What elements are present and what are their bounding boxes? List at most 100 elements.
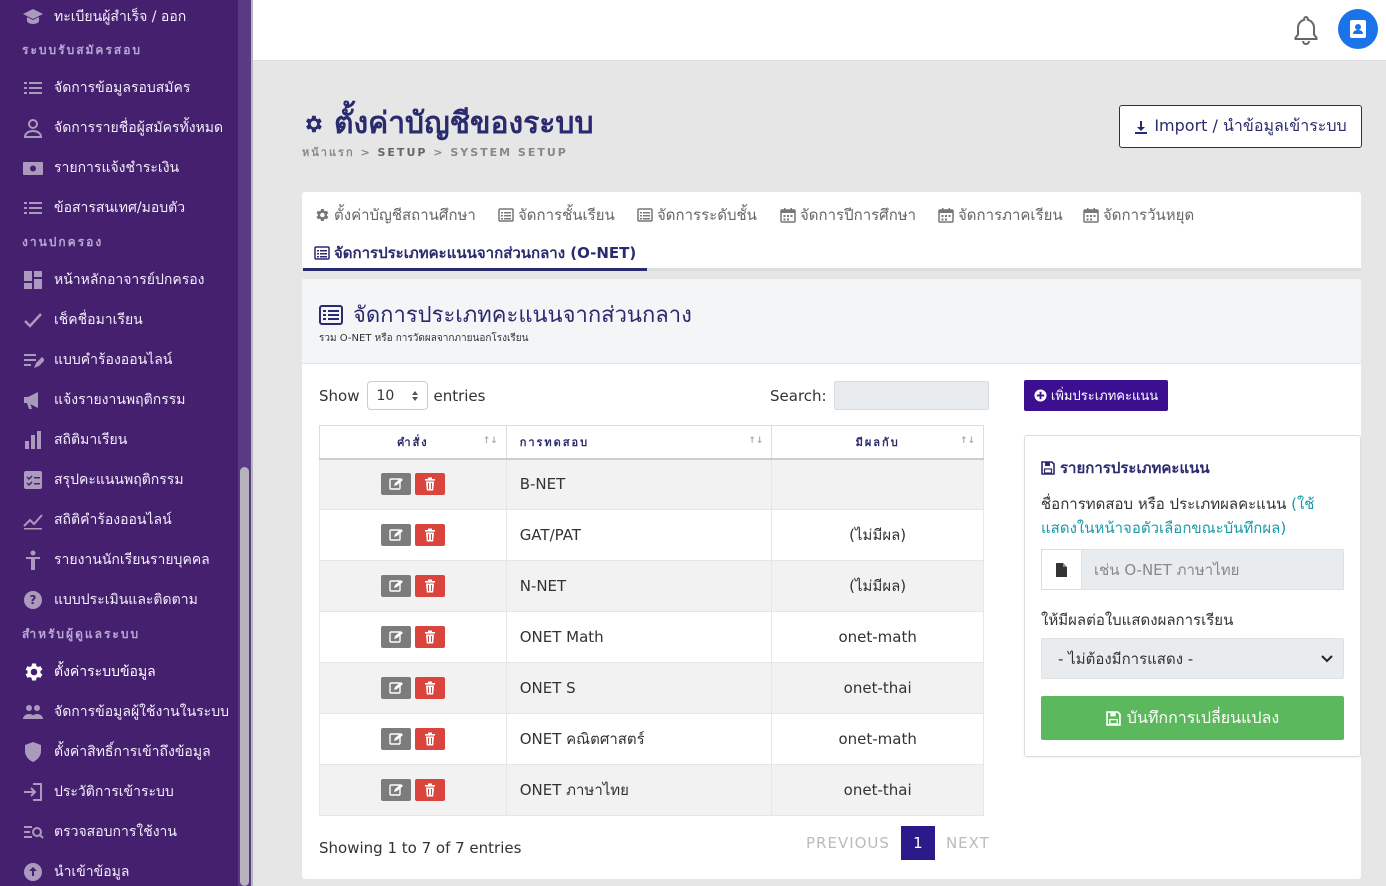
delete-button[interactable]: [414, 575, 445, 597]
sidebar-item-label: สถิติมาเรียน: [54, 432, 128, 448]
tab-item[interactable]: จัดการระดับชั้น: [637, 203, 757, 227]
test-name-cell: N-NET: [505, 560, 773, 612]
delete-button[interactable]: [414, 677, 445, 699]
add-score-type-button[interactable]: เพิ่มประเภทคะแนน: [1024, 380, 1168, 411]
checklist-icon: [22, 469, 44, 491]
form-title: รายการประเภทคะแนน: [1041, 456, 1210, 480]
table-row: ONET Math onet-math: [319, 611, 984, 663]
search-input[interactable]: [833, 381, 989, 410]
save-icon: [1041, 461, 1055, 475]
test-name-cell: ONET คณิตศาสตร์: [505, 713, 773, 765]
sidebar-item[interactable]: รายงานนักเรียนรายบุคคล: [22, 545, 210, 575]
sidebar-item[interactable]: เช็คชื่อมาเรียน: [22, 305, 143, 335]
sidebar-item[interactable]: ตรวจสอบการใช้งาน: [22, 817, 177, 847]
delete-button[interactable]: [414, 626, 445, 648]
test-name-input[interactable]: เช่น O-NET ภาษาไทย: [1081, 549, 1344, 590]
file-icon: [1041, 549, 1081, 590]
column-header-result[interactable]: มีผลกับ ↑↓: [771, 425, 984, 460]
entries-value: 10: [376, 387, 395, 404]
svg-text:?: ?: [30, 593, 37, 607]
tab-item[interactable]: จัดการประเภทคะแนนจากส่วนกลาง (O-NET): [314, 241, 636, 265]
import-button[interactable]: Import / นำข้อมูลเข้าระบบ: [1119, 105, 1362, 148]
result-cell: onet-math: [771, 713, 984, 765]
page-1-button[interactable]: 1: [900, 826, 935, 860]
sidebar-item[interactable]: สถิติมาเรียน: [22, 425, 127, 455]
card-subtitle: รวม O-NET หรือ การวัดผลจากภายนอกโรงเรียน: [319, 333, 529, 344]
sidebar-item[interactable]: แบบคำร้องออนไลน์: [22, 345, 172, 375]
sidebar-item[interactable]: รายการแจ้งชำระเงิน: [22, 153, 179, 183]
sidebar-item[interactable]: แจ้งรายงานพฤติกรรม: [22, 385, 185, 415]
sidebar-item-label: นำเข้าข้อมูล: [54, 864, 130, 880]
sidebar-item[interactable]: หน้าหลักอาจารย์ปกครอง: [22, 265, 205, 295]
tab-label: จัดการวันหยุด: [1103, 206, 1195, 224]
result-cell: (ไม่มีผล): [771, 509, 984, 561]
sidebar-item[interactable]: จัดการรายชื่อผู้สมัครทั้งหมด: [22, 113, 223, 143]
plus-circle-icon: [1034, 389, 1047, 402]
edit-button[interactable]: [380, 473, 411, 496]
login-icon: [22, 781, 44, 803]
sidebar-item[interactable]: สรุปคะแนนพฤติกรรม: [22, 465, 184, 495]
bell-icon[interactable]: [1293, 15, 1319, 45]
user-avatar[interactable]: [1338, 9, 1378, 49]
sidebar-item-label: ข้อสารสนเทศ/มอบตัว: [54, 200, 186, 216]
entries-select[interactable]: 10: [367, 381, 429, 410]
column-header-command[interactable]: คำสั่ง ↑↓: [319, 425, 507, 460]
edit-button[interactable]: [380, 575, 411, 597]
tab-item[interactable]: ตั้งค่าบัญชีสถานศึกษา: [314, 203, 476, 227]
delete-button[interactable]: [414, 728, 445, 750]
sidebar-scroll-thumb[interactable]: [240, 467, 249, 886]
breadcrumb-setup[interactable]: SETUP: [378, 146, 428, 159]
sidebar-item[interactable]: จัดการข้อมูลผู้ใช้งานในระบบ: [22, 697, 229, 727]
tab-item[interactable]: จัดการภาคเรียน: [938, 203, 1063, 227]
report-effect-select[interactable]: - ไม่ต้องมีการแสดง -: [1041, 638, 1344, 679]
edit-button[interactable]: [380, 677, 411, 699]
card-header: จัดการประเภทคะแนนจากส่วนกลาง รวม O-NET ห…: [302, 279, 1361, 364]
test-name-cell: GAT/PAT: [505, 509, 773, 561]
sidebar-item-label: ตรวจสอบการใช้งาน: [54, 824, 177, 840]
line-chart-icon: [22, 509, 44, 531]
delete-button[interactable]: [414, 524, 445, 546]
next-page-button[interactable]: NEXT: [946, 834, 990, 852]
list-alt-icon: [637, 208, 653, 222]
sidebar-item[interactable]: นำเข้าข้อมูล: [22, 857, 129, 886]
list-alt-icon: [314, 246, 330, 260]
sort-icon: ↑↓: [748, 436, 764, 446]
table-row: N-NET (ไม่มีผล): [319, 560, 984, 612]
edit-button[interactable]: [380, 779, 411, 801]
sidebar-item[interactable]: ประวัติการเข้าระบบ: [22, 777, 174, 807]
sidebar-item[interactable]: ตั้งค่าสิทธิ์การเข้าถึงข้อมูล: [22, 737, 211, 767]
sidebar-item[interactable]: สถิติคำร้องออนไลน์: [22, 505, 172, 535]
form-title-text: รายการประเภทคะแนน: [1060, 459, 1210, 477]
tab-item[interactable]: จัดการวันหยุด: [1083, 203, 1194, 227]
sidebar-item-label: แจ้งรายงานพฤติกรรม: [54, 392, 186, 408]
delete-button[interactable]: [414, 779, 445, 801]
tab-item[interactable]: จัดการชั้นเรียน: [498, 203, 615, 227]
edit-button[interactable]: [380, 524, 411, 546]
tab-label: จัดการชั้นเรียน: [518, 206, 615, 224]
previous-page-button[interactable]: PREVIOUS: [806, 834, 890, 852]
tab-label: ตั้งค่าบัญชีสถานศึกษา: [334, 206, 476, 224]
onet-types-table: คำสั่ง ↑↓ การทดสอบ ↑↓ มีผลกับ ↑↓ B-NET GAT/P…: [319, 425, 984, 816]
save-changes-button[interactable]: บันทึกการเปลี่ยนแปลง: [1041, 696, 1344, 740]
test-name-label-text: ชื่อการทดสอบ หรือ ประเภทผลคะแนน: [1041, 495, 1287, 513]
sidebar-item[interactable]: ทะเบียนผู้สำเร็จ / ออก: [22, 2, 186, 32]
column-header-test[interactable]: การทดสอบ ↑↓: [505, 425, 773, 460]
page-title-text: ตั้งค่าบัญชีของระบบ: [334, 106, 594, 141]
edit-button[interactable]: [380, 626, 411, 648]
tab-label: จัดการระดับชั้น: [657, 206, 757, 224]
onet-type-card: จัดการประเภทคะแนนจากส่วนกลาง รวม O-NET ห…: [302, 279, 1361, 879]
test-name-label: ชื่อการทดสอบ หรือ ประเภทผลคะแนน (ใช้แสดง…: [1041, 492, 1341, 540]
tab-label: จัดการประเภทคะแนนจากส่วนกลาง (O-NET): [334, 244, 637, 262]
edit-button[interactable]: [380, 728, 411, 750]
sidebar-section-title: งานปกครอง: [22, 235, 104, 249]
breadcrumb-home[interactable]: หน้าแรก: [302, 146, 355, 159]
sidebar-item-label: แบบคำร้องออนไลน์: [54, 352, 173, 368]
sidebar-item-label: สถิติคำร้องออนไลน์: [54, 512, 172, 528]
tab-item[interactable]: จัดการปีการศึกษา: [780, 203, 916, 227]
sidebar-item[interactable]: ? แบบประเมินและติดตาม: [22, 585, 198, 615]
sidebar-item[interactable]: ข้อสารสนเทศ/มอบตัว: [22, 193, 185, 223]
sidebar-item[interactable]: จัดการข้อมูลรอบสมัคร: [22, 73, 190, 103]
sidebar-item[interactable]: ตั้งค่าระบบข้อมูล: [22, 657, 156, 687]
shield-icon: [22, 741, 44, 763]
delete-button[interactable]: [414, 473, 445, 496]
